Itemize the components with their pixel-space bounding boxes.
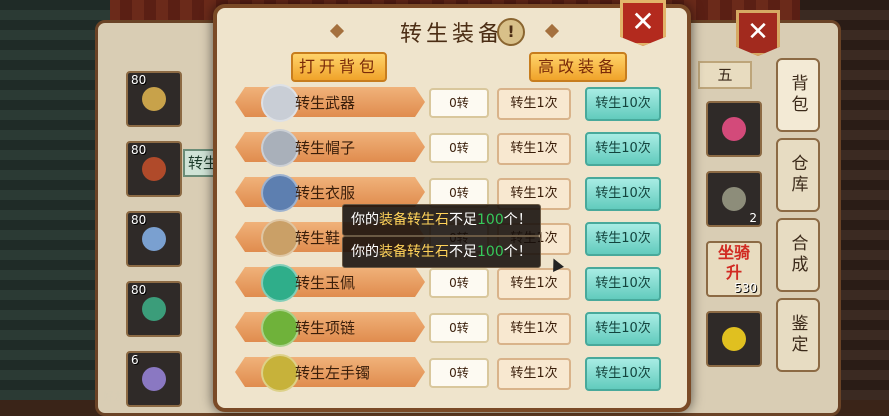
toast-text: 个！ <box>503 244 532 260</box>
rebirth-ten-button[interactable]: 转生10次 <box>585 132 661 166</box>
rebirth-ten-button[interactable]: 转生10次 <box>585 357 661 391</box>
rebirth-ten-button[interactable]: 转生10次 <box>585 87 661 121</box>
jade-pendant-icon <box>261 264 299 302</box>
tab-synthesis[interactable]: 合成 <box>776 218 820 292</box>
rebirth-once-button[interactable]: 转生1次 <box>497 313 571 345</box>
bag-close-icon[interactable]: ✕ <box>736 10 780 56</box>
rebirth-once-button[interactable]: 转生1次 <box>497 88 571 120</box>
close-icon[interactable]: ✕ <box>620 0 666 46</box>
info-icon[interactable]: ! <box>497 18 525 46</box>
mount-label: 坐骑 <box>717 243 750 262</box>
toast-text: 你的 <box>351 212 379 228</box>
rebirth-ten-button[interactable]: 转生10次 <box>585 267 661 301</box>
rebirth-once-button[interactable]: 转生1次 <box>497 268 571 300</box>
weapon-icon <box>261 84 299 122</box>
rebirth-count: 0转 <box>429 313 489 343</box>
insufficient-stone-toast: 你的装备转生石不足100个！ <box>342 204 541 236</box>
bag-slot[interactable] <box>706 311 762 367</box>
bead-necklace-icon <box>142 227 166 251</box>
rebirth-ten-button[interactable]: 转生10次 <box>585 312 661 346</box>
slot-count: 2 <box>749 211 757 225</box>
slot-count: 80 <box>131 213 147 227</box>
armor-icon <box>722 187 746 211</box>
gem-chest-icon <box>142 367 166 391</box>
boots-icon <box>261 219 299 257</box>
ruby-icon <box>722 117 746 141</box>
bag-slot[interactable]: 2 <box>706 171 762 227</box>
rebirth-ten-button[interactable]: 转生10次 <box>585 177 661 211</box>
slot-count: 80 <box>131 73 147 87</box>
helmet-icon <box>261 129 299 167</box>
rebirth-row-necklace: 转生项链 0转 转生1次 转生10次 <box>235 309 675 347</box>
insufficient-stone-toast: 你的装备转生石不足100个！ <box>342 236 541 268</box>
toast-number: 100 <box>477 212 504 228</box>
rebirth-row-weapon: 转生武器 0转 转生1次 转生10次 <box>235 84 675 122</box>
tab-identify[interactable]: 鉴定 <box>776 298 820 372</box>
bag-slot[interactable]: 80 <box>126 141 182 197</box>
dragon-helmet-icon <box>142 87 166 111</box>
tab-warehouse[interactable]: 仓库 <box>776 138 820 212</box>
rebirth-count: 0转 <box>429 88 489 118</box>
rebirth-row-bracelet: 转生左手镯 0转 转生1次 转生10次 <box>235 354 675 392</box>
bag-slot[interactable]: 80 <box>126 71 182 127</box>
toast-item: 装备转生石 <box>379 212 449 228</box>
rebirth-ten-button[interactable]: 转生10次 <box>585 222 661 256</box>
bracelet-icon <box>142 297 166 321</box>
rebirth-once-button[interactable]: 转生1次 <box>497 133 571 165</box>
bag-slot[interactable] <box>706 101 762 157</box>
row-name: 转生武器 <box>295 94 356 112</box>
rebirth-count: 0转 <box>429 358 489 388</box>
open-bag-button[interactable]: 打开背包 <box>291 52 387 82</box>
slot-count: 530 <box>734 281 757 295</box>
column-header: 五 <box>698 61 752 89</box>
gold-orb-icon <box>722 327 746 351</box>
row-name: 转生项链 <box>295 319 356 337</box>
toast-item: 装备转生石 <box>379 244 449 260</box>
roof-decoration-left <box>0 0 110 400</box>
upgrade-equip-button[interactable]: 高改装备 <box>529 52 627 82</box>
row-name: 转生玉佩 <box>295 274 356 292</box>
spear-icon <box>142 157 166 181</box>
row-name: 转生帽子 <box>295 139 356 157</box>
slot-count: 80 <box>131 283 147 297</box>
armor-icon <box>261 174 299 212</box>
toast-number: 100 <box>477 244 504 260</box>
bracelet-icon <box>261 354 299 392</box>
rebirth-row-hat: 转生帽子 0转 转生1次 转生10次 <box>235 129 675 167</box>
rebirth-count: 0转 <box>429 268 489 298</box>
upgrade-label: 升 <box>725 263 742 282</box>
toast-text: 不足 <box>449 244 477 260</box>
bag-slot[interactable]: 80 <box>126 281 182 337</box>
bag-slot[interactable]: 80 <box>126 211 182 267</box>
bag-slot[interactable]: 坐骑 升 530 <box>706 241 762 297</box>
rebirth-row-jade: 转生玉佩 0转 转生1次 转生10次 <box>235 264 675 302</box>
row-name: 转生鞋 <box>295 229 341 247</box>
rebirth-once-button[interactable]: 转生1次 <box>497 358 571 390</box>
toast-text: 不足 <box>449 212 477 228</box>
rebirth-count: 0转 <box>429 133 489 163</box>
slot-count: 80 <box>131 143 147 157</box>
title-bar: 转生装备 ! <box>217 8 687 48</box>
row-name: 转生衣服 <box>295 184 356 202</box>
bag-slot[interactable]: 6 <box>126 351 182 407</box>
row-name: 转生左手镯 <box>295 364 371 382</box>
necklace-icon <box>261 309 299 347</box>
toast-text: 个！ <box>503 212 532 228</box>
title-ornament-left <box>329 23 345 39</box>
friends-label[interactable]: 好友 <box>103 388 125 404</box>
tab-bag[interactable]: 背包 <box>776 58 820 132</box>
toast-text: 你的 <box>351 244 379 260</box>
slot-count: 6 <box>131 353 139 367</box>
